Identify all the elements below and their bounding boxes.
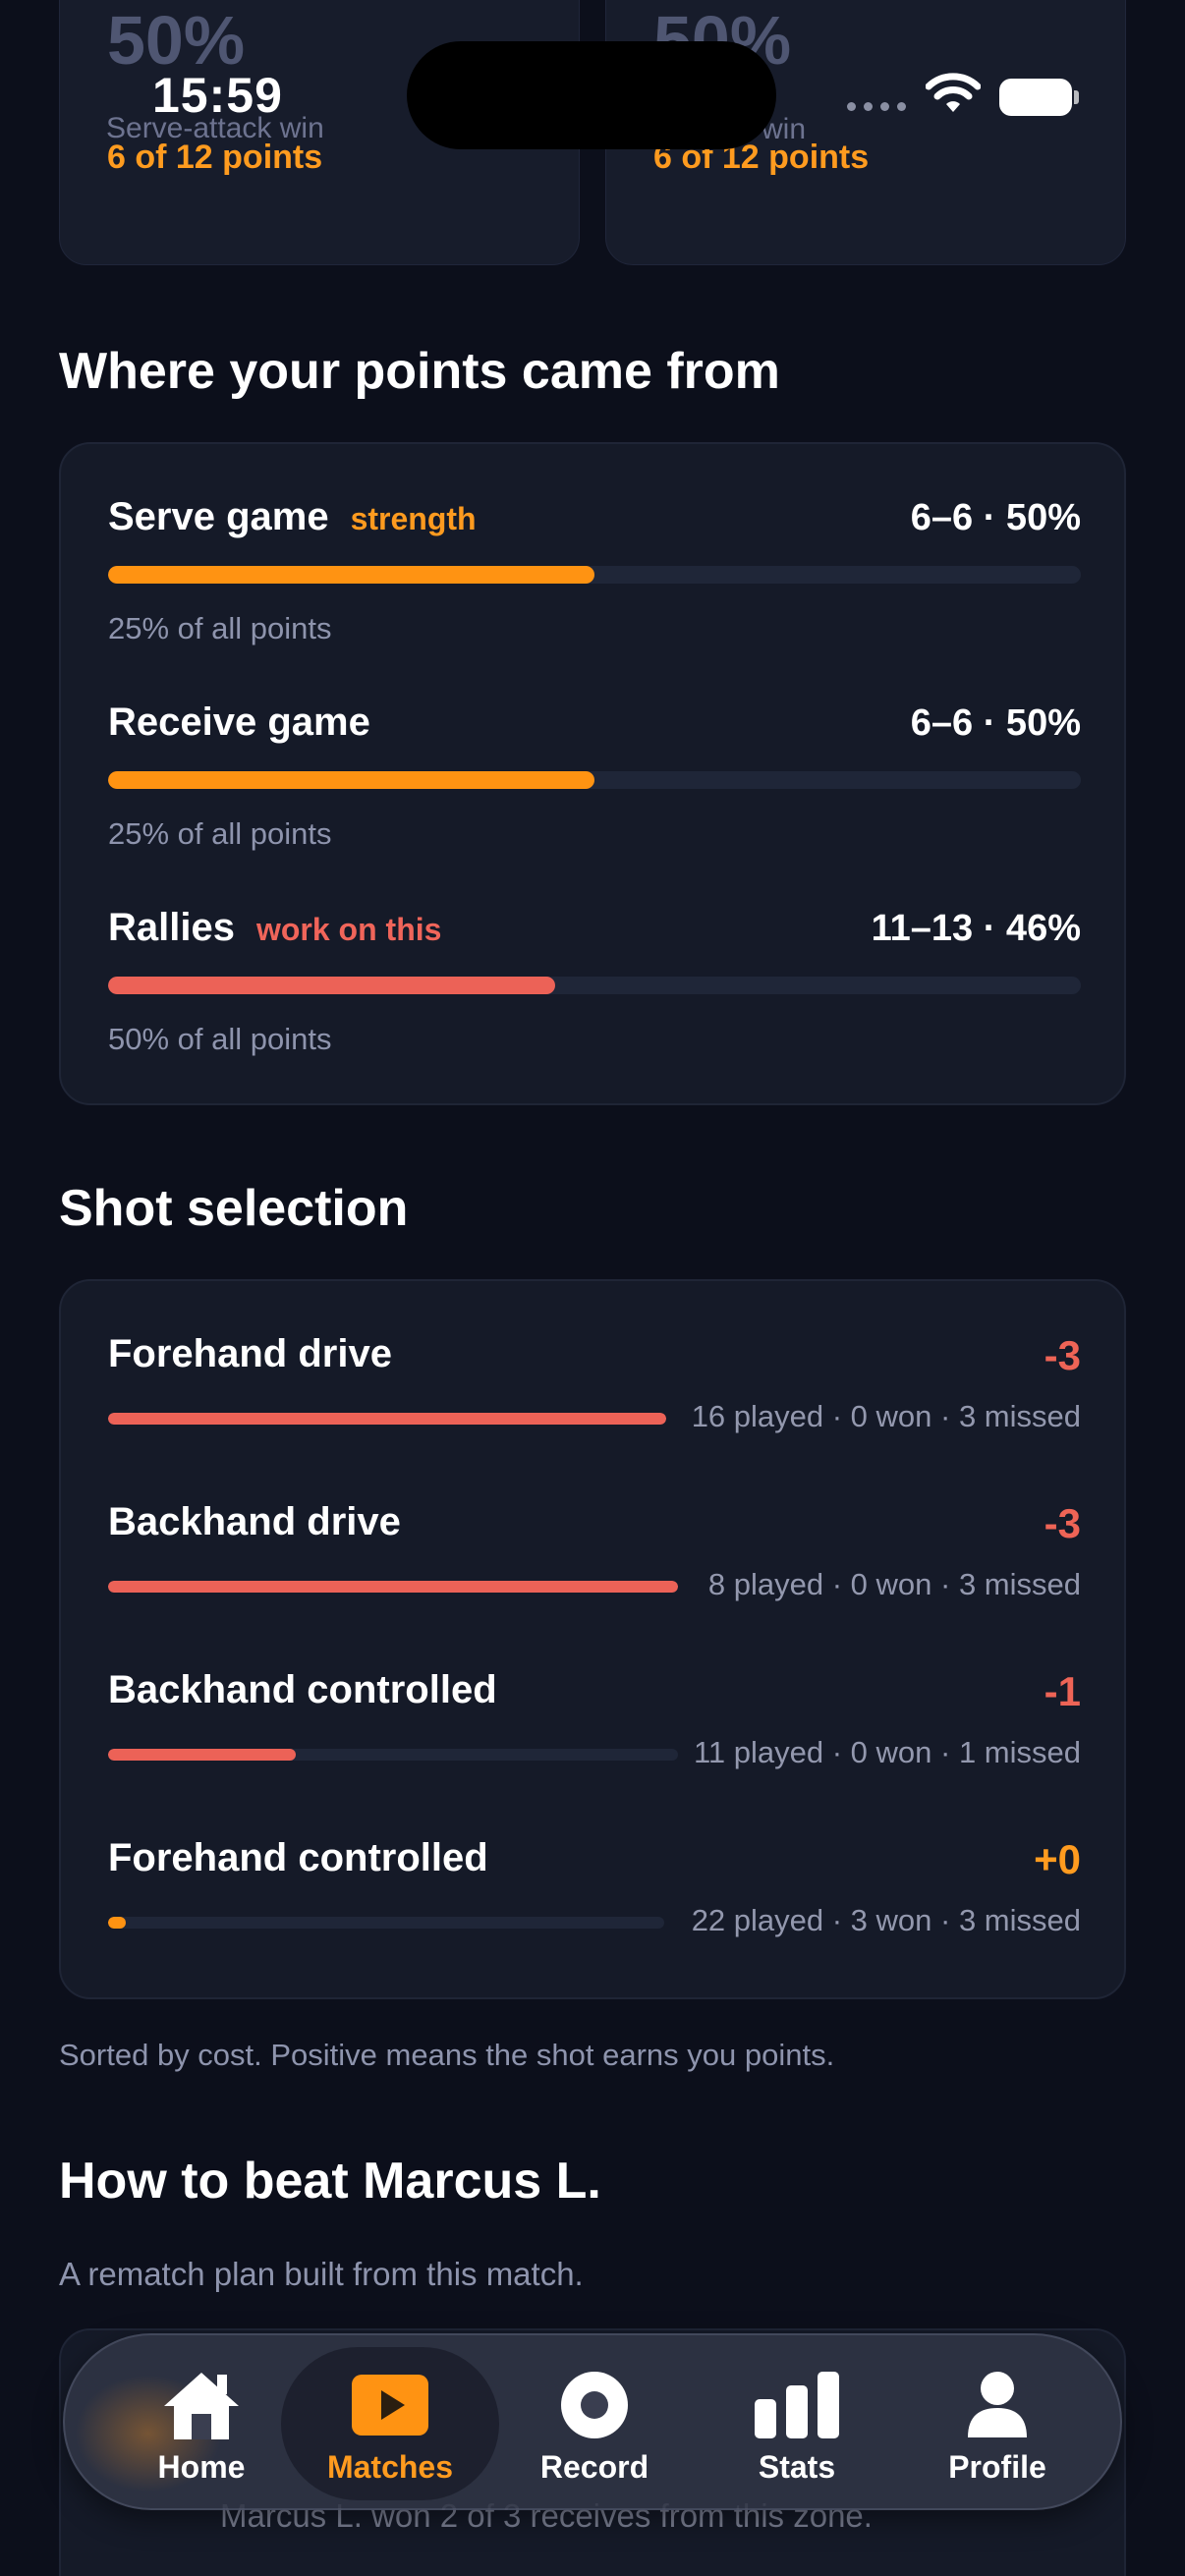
- shot-track: [108, 1917, 664, 1929]
- row-score: 6–6 · 50%: [910, 702, 1081, 744]
- tab-stats[interactable]: Stats: [688, 2347, 906, 2500]
- wifi-icon: [926, 73, 981, 112]
- row-label: Serve game strength: [108, 495, 477, 538]
- row-share: 25% of all points: [108, 611, 332, 645]
- shot-sort-note: Sorted by cost. Positive means the shot …: [59, 2038, 835, 2072]
- row-label: Rallies work on this: [108, 906, 442, 949]
- tab-label: Stats: [758, 2449, 836, 2485]
- shot-selection-card: Forehand drive -3 16 played · 0 won · 3 …: [59, 1279, 1126, 1999]
- shot-track: [108, 1581, 678, 1593]
- shot-fill: [108, 1413, 666, 1425]
- tab-record[interactable]: Record: [485, 2347, 704, 2500]
- shot-fill: [108, 1917, 126, 1929]
- progress-track: [108, 566, 1081, 584]
- shot-label: Forehand drive: [108, 1332, 392, 1375]
- shot-meta: 16 played · 0 won · 3 missed: [691, 1399, 1081, 1433]
- battery-icon: [999, 79, 1079, 116]
- shot-meta: 11 played · 0 won · 1 missed: [693, 1735, 1081, 1769]
- progress-track: [108, 977, 1081, 994]
- plan-section-title: How to beat Marcus L.: [59, 2153, 601, 2210]
- progress-fill: [108, 566, 594, 584]
- shot-row-backhand-controlled[interactable]: Backhand controlled -1 11 played · 0 won…: [108, 1668, 1081, 1786]
- tab-label: Home: [157, 2449, 246, 2485]
- status-time: 15:59: [152, 68, 283, 123]
- tab-label: Matches: [326, 2449, 454, 2485]
- match-analysis-screen: 50% Serve-attack win 6 of 12 points 50% …: [0, 0, 1185, 2576]
- shot-meta: 22 played · 3 won · 3 missed: [691, 1903, 1081, 1937]
- tab-matches[interactable]: Matches: [281, 2347, 499, 2500]
- stats-icon: [755, 2372, 839, 2438]
- progress-fill: [108, 977, 555, 994]
- play-icon: [352, 2375, 428, 2436]
- work-on-this-tag: work on this: [255, 912, 442, 947]
- tab-label: Record: [539, 2449, 649, 2485]
- shot-net: +0: [1034, 1836, 1081, 1882]
- shot-section-title: Shot selection: [59, 1180, 409, 1237]
- points-section-title: Where your points came from: [59, 343, 780, 400]
- progress-fill: [108, 771, 594, 789]
- shot-label: Forehand controlled: [108, 1836, 488, 1879]
- row-label: Receive game: [108, 700, 370, 744]
- shot-fill: [108, 1581, 678, 1593]
- row-score: 6–6 · 50%: [910, 497, 1081, 538]
- shot-net: -1: [1044, 1668, 1081, 1714]
- shot-track: [108, 1413, 666, 1425]
- row-score: 11–13 · 46%: [871, 908, 1081, 949]
- points-breakdown-card: Serve game strength 6–6 · 50% 25% of all …: [59, 442, 1126, 1105]
- shot-track: [108, 1749, 678, 1761]
- dynamic-island: [407, 41, 776, 149]
- shot-row-forehand-drive[interactable]: Forehand drive -3 16 played · 0 won · 3 …: [108, 1332, 1081, 1450]
- home-icon: [164, 2373, 239, 2439]
- bottom-tab-bar: Home Matches Record Stats Profile: [63, 2333, 1122, 2510]
- record-icon: [561, 2372, 628, 2438]
- plan-subtitle: A rematch plan built from this match.: [59, 2256, 584, 2292]
- shot-fill: [108, 1749, 296, 1761]
- shot-row-forehand-controlled[interactable]: Forehand controlled +0 22 played · 3 won…: [108, 1836, 1081, 1954]
- shot-row-backhand-drive[interactable]: Backhand drive -3 8 played · 0 won · 3 m…: [108, 1500, 1081, 1618]
- row-share: 25% of all points: [108, 816, 332, 851]
- strength-tag: strength: [350, 501, 477, 536]
- signal-icon: [847, 102, 906, 111]
- shot-meta: 8 played · 0 won · 3 missed: [707, 1567, 1081, 1601]
- row-share: 50% of all points: [108, 1022, 332, 1056]
- tab-profile[interactable]: Profile: [888, 2347, 1106, 2500]
- shot-net: -3: [1044, 1332, 1081, 1378]
- shot-net: -3: [1044, 1500, 1081, 1546]
- progress-track: [108, 771, 1081, 789]
- tab-home[interactable]: Home: [92, 2347, 310, 2500]
- tab-label: Profile: [948, 2449, 1046, 2485]
- shot-label: Backhand drive: [108, 1500, 401, 1543]
- status-icons: [847, 73, 1083, 122]
- profile-icon: [968, 2372, 1027, 2437]
- shot-label: Backhand controlled: [108, 1668, 497, 1711]
